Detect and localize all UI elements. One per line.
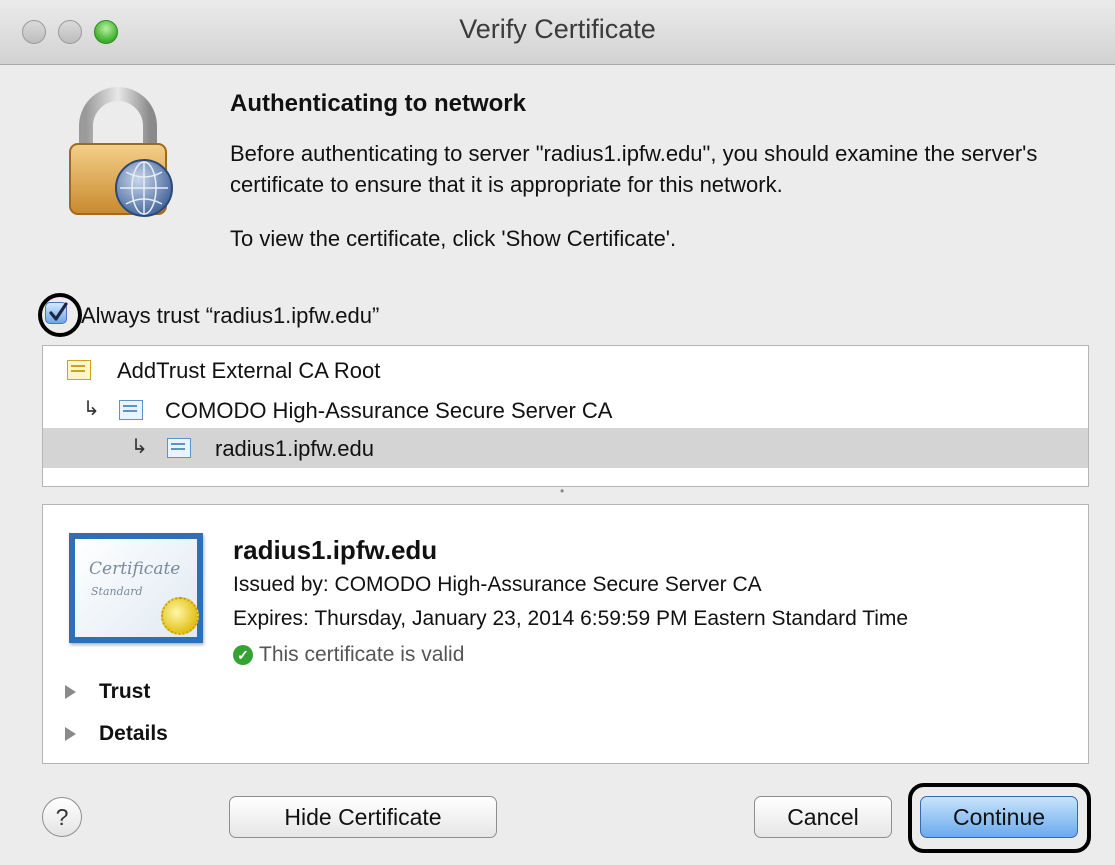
dialog-hint: To view the certificate, click 'Show Cer… [230, 226, 677, 251]
dialog-description: Before authenticating to server "radius1… [230, 141, 1038, 197]
certificate-leaf-icon [167, 438, 191, 458]
title-bar: Verify Certificate [0, 0, 1115, 65]
chain-item-label: radius1.ipfw.edu [215, 436, 374, 461]
window-title: Verify Certificate [459, 14, 656, 44]
chain-item-label: COMODO High-Assurance Secure Server CA [165, 398, 613, 423]
certificate-detail-pane: Certificate Standard radius1.ipfw.edu Is… [42, 504, 1089, 764]
continue-button[interactable]: Continue [920, 796, 1078, 838]
trust-section-label: Trust [99, 680, 151, 703]
certificate-root-icon [67, 360, 91, 380]
chain-item-label: AddTrust External CA Root [117, 358, 381, 383]
verify-certificate-dialog: Verify Certificate Authenticating to net… [0, 0, 1115, 865]
seal-icon [161, 597, 199, 635]
certificate-image-subtext: Standard [91, 585, 143, 598]
checkmark-icon [49, 302, 68, 321]
help-button[interactable]: ? [42, 797, 82, 837]
certificate-expiry: Expires: Thursday, January 23, 2014 6:59… [233, 607, 909, 630]
dialog-heading: Authenticating to network [230, 90, 526, 117]
certificate-status-text: This certificate is valid [259, 643, 465, 666]
child-arrow-icon: ↳ [83, 398, 100, 420]
certificate-large-icon: Certificate Standard [69, 533, 203, 643]
disclosure-triangle-icon [65, 727, 76, 741]
certificate-name: radius1.ipfw.edu [233, 535, 438, 565]
certificate-issuer: Issued by: COMODO High-Assurance Secure … [233, 573, 762, 596]
certificate-intermediate-icon [119, 400, 143, 420]
disclosure-triangle-icon [65, 685, 76, 699]
chain-item-intermediate[interactable]: ↳ COMODO High-Assurance Secure Server CA [43, 390, 1088, 430]
certificate-chain-list[interactable]: AddTrust External CA Root ↳ COMODO High-… [42, 345, 1089, 487]
chain-item-leaf[interactable]: ↳ radius1.ipfw.edu [43, 428, 1088, 468]
certificate-image-text: Certificate [89, 559, 181, 579]
child-arrow-icon: ↳ [131, 436, 148, 458]
always-trust-label[interactable]: Always trust “radius1.ipfw.edu” [81, 303, 379, 329]
splitter-grip-icon: • [560, 484, 565, 498]
lock-icon [62, 86, 182, 220]
chain-item-root[interactable]: AddTrust External CA Root [43, 350, 1088, 390]
always-trust-checkbox[interactable] [45, 302, 68, 324]
valid-check-icon: ✓ [233, 645, 253, 665]
pane-splitter[interactable]: • [42, 484, 1087, 502]
details-section-label: Details [99, 722, 168, 745]
hide-certificate-button[interactable]: Hide Certificate [229, 796, 497, 838]
cancel-button[interactable]: Cancel [754, 796, 892, 838]
